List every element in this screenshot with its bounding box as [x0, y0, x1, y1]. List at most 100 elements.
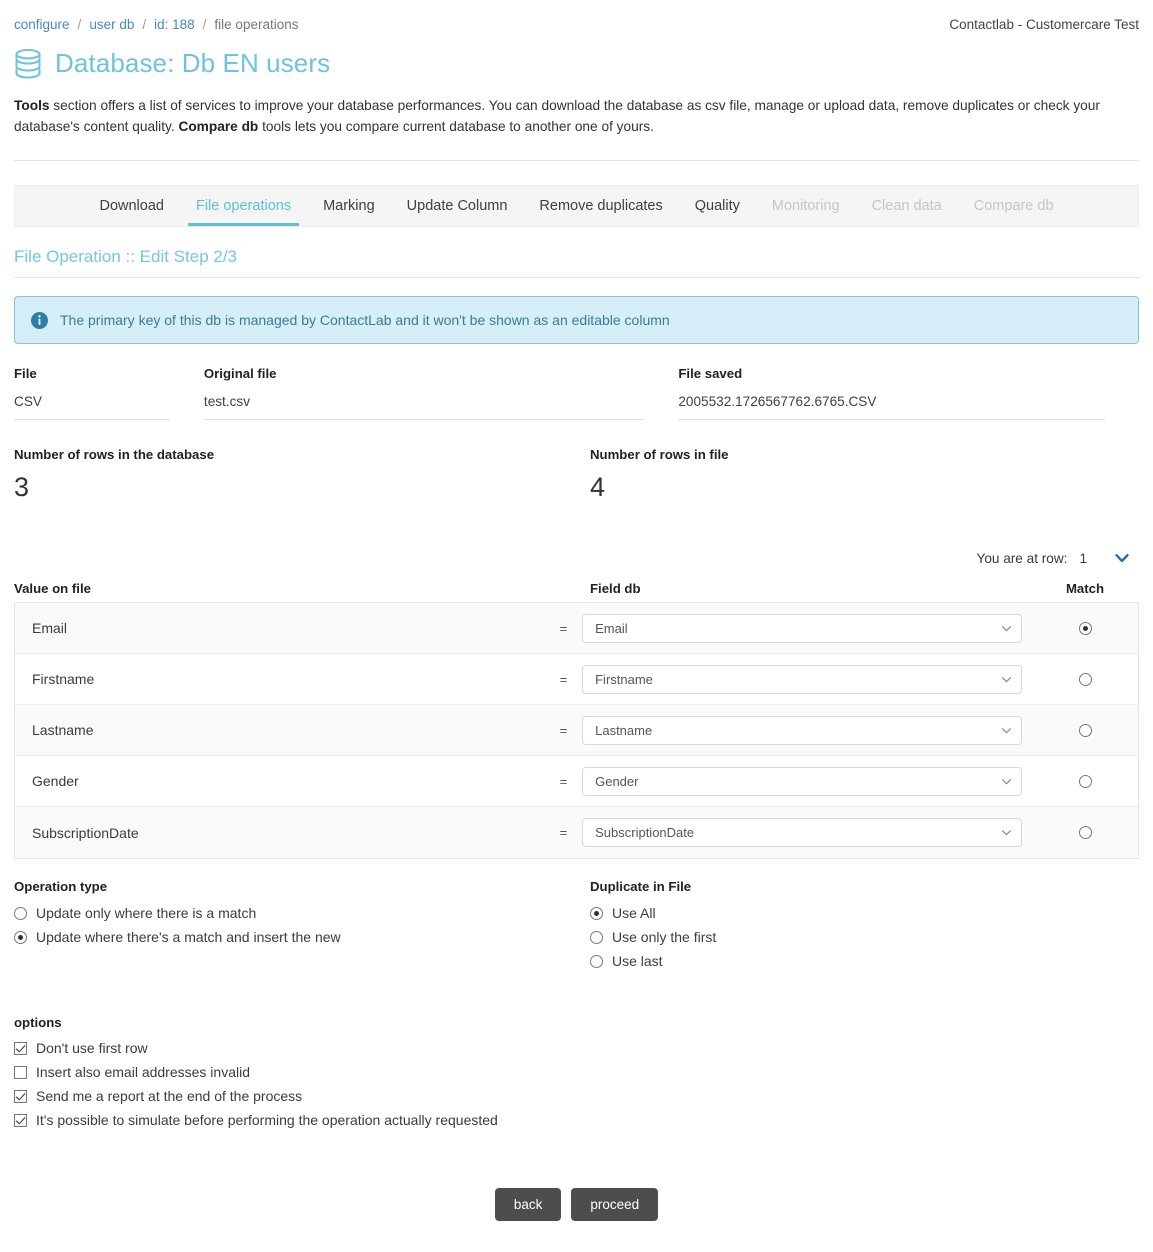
table-row: Firstname = Firstname: [15, 654, 1138, 706]
tab-file-operations[interactable]: File operations: [180, 186, 307, 227]
option-checkbox[interactable]: [14, 1041, 27, 1055]
option-insert-invalid-emails[interactable]: Insert also email addresses invalid: [14, 1060, 1139, 1084]
tab-quality[interactable]: Quality: [679, 186, 756, 226]
operation-type-option-update-only[interactable]: Update only where there is a match: [14, 901, 590, 925]
duplicate-in-file-group: Duplicate in File Use All Use only the f…: [590, 879, 1130, 973]
field-db-select[interactable]: SubscriptionDate: [582, 818, 1023, 848]
intro-bold-tools: Tools: [14, 98, 50, 113]
row-selector-value: 1: [1079, 550, 1087, 566]
duplicate-radio[interactable]: [590, 906, 603, 920]
field-db-cell: Email: [582, 613, 1032, 643]
breadcrumb-item-file-operations: file operations: [214, 17, 299, 32]
match-radio[interactable]: [1078, 672, 1092, 686]
page-root: configure / user db / id: 188 / file ope…: [0, 0, 1153, 1252]
option-checkbox[interactable]: [14, 1113, 27, 1127]
option-checkbox[interactable]: [14, 1089, 27, 1103]
back-button[interactable]: back: [494, 1188, 562, 1222]
tab-download[interactable]: Download: [83, 186, 180, 226]
option-label: Don't use first row: [36, 1040, 148, 1057]
field-db-select[interactable]: Firstname: [582, 664, 1023, 694]
chevron-down-icon: [1001, 725, 1012, 736]
option-label: Send me a report at the end of the proce…: [36, 1088, 303, 1105]
account-label: Contactlab - Customercare Test: [949, 17, 1139, 32]
equals-sign: =: [559, 773, 568, 789]
duplicate-option-use-last[interactable]: Use last: [590, 949, 1130, 973]
field-db-select[interactable]: Lastname: [582, 715, 1023, 745]
mapping-table-header: Value on file Field db Match: [14, 567, 1139, 602]
option-label: It's possible to simulate before perform…: [36, 1112, 498, 1129]
match-cell: [1032, 774, 1138, 788]
proceed-button[interactable]: proceed: [571, 1188, 659, 1222]
operation-type-option-update-and-insert[interactable]: Update where there's a match and insert …: [14, 925, 590, 949]
match-cell: [1032, 672, 1138, 686]
duplicate-in-file-title: Duplicate in File: [590, 879, 692, 895]
field-db-select-value: Lastname: [595, 722, 653, 738]
duplicate-option-use-all[interactable]: Use All: [590, 901, 1130, 925]
tab-marking[interactable]: Marking: [307, 186, 391, 226]
operation-settings: Operation type Update only where there i…: [14, 859, 1139, 973]
column-header-match: Match: [1065, 581, 1105, 597]
options-group: options Don't use first row Insert also …: [14, 973, 1139, 1132]
topbar: configure / user db / id: 188 / file ope…: [14, 0, 1139, 41]
breadcrumb-item-id[interactable]: id: 188: [154, 17, 195, 32]
intro-text-2: tools lets you compare current database …: [258, 119, 654, 135]
option-checkbox[interactable]: [14, 1065, 27, 1079]
operation-type-radio[interactable]: [14, 906, 27, 920]
mapping-table: Email = Email Firstname = Firstname Last…: [14, 602, 1139, 860]
file-info-label: File saved: [678, 366, 743, 382]
operation-type-title: Operation type: [14, 879, 108, 895]
equals-sign: =: [559, 825, 568, 841]
file-info-group: File CSV Original file test.csv File sav…: [14, 344, 1139, 421]
operation-type-option-label: Update where there's a match and insert …: [36, 929, 341, 946]
table-row: Lastname = Lastname: [15, 705, 1138, 757]
tab-remove-duplicates[interactable]: Remove duplicates: [523, 186, 678, 226]
chevron-down-icon: [1001, 827, 1012, 838]
header-divider: [14, 160, 1139, 162]
chevron-down-icon[interactable]: [1095, 549, 1131, 567]
table-row: SubscriptionDate = SubscriptionDate: [15, 807, 1138, 859]
duplicate-option-label: Use only the first: [612, 929, 717, 946]
value-on-file-cell: Lastname: [32, 722, 94, 739]
option-dont-use-first-row[interactable]: Don't use first row: [14, 1036, 1139, 1060]
duplicate-radio[interactable]: [590, 930, 603, 944]
match-cell: [1032, 826, 1138, 840]
rows-in-database: Number of rows in the database 3: [14, 447, 590, 503]
tab-update-column[interactable]: Update Column: [391, 186, 524, 226]
field-db-select-value: Firstname: [595, 671, 653, 687]
option-send-report[interactable]: Send me a report at the end of the proce…: [14, 1084, 1139, 1108]
tab-clean-data: Clean data: [871, 198, 942, 215]
rows-in-file-value: 4: [590, 472, 606, 503]
file-info-original-file: Original file test.csv: [203, 366, 678, 421]
row-selector: You are at row: 1: [14, 503, 1139, 567]
duplicate-radio[interactable]: [590, 954, 603, 968]
info-alert-message: The primary key of this db is managed by…: [60, 312, 670, 329]
duplicate-option-label: Use last: [612, 953, 663, 970]
match-radio[interactable]: [1078, 621, 1092, 635]
file-info-value: CSV: [14, 381, 170, 421]
match-radio[interactable]: [1078, 723, 1092, 737]
info-circle-icon: [31, 311, 48, 329]
table-row: Email = Email: [15, 603, 1138, 655]
tab-monitoring: Monitoring: [771, 198, 840, 215]
intro-bold-compare-db: Compare db: [178, 119, 259, 135]
match-radio[interactable]: [1078, 774, 1092, 788]
field-db-select-value: Email: [595, 620, 628, 636]
breadcrumb-item-user-db[interactable]: user db: [89, 17, 134, 32]
equals-sign: =: [559, 620, 568, 636]
operation-type-radio[interactable]: [14, 930, 27, 944]
duplicate-option-label: Use All: [612, 905, 656, 922]
duplicate-option-use-only-first[interactable]: Use only the first: [590, 925, 1130, 949]
breadcrumb-item-configure[interactable]: configure: [14, 17, 70, 32]
field-db-select-value: Gender: [595, 773, 639, 789]
match-radio[interactable]: [1078, 826, 1092, 840]
intro-paragraph: Tools section offers a list of services …: [14, 83, 1134, 137]
file-info-value: 2005532.1726567762.6765.CSV: [678, 381, 1105, 421]
field-db-select[interactable]: Email: [582, 613, 1023, 643]
option-label: Insert also email addresses invalid: [36, 1064, 250, 1081]
rows-in-file-label: Number of rows in file: [590, 447, 729, 463]
breadcrumb-separator: /: [202, 17, 207, 32]
field-db-select[interactable]: Gender: [582, 766, 1023, 796]
breadcrumb: configure / user db / id: 188 / file ope…: [14, 17, 298, 32]
equals-sign: =: [559, 722, 568, 738]
option-simulate-before-operation[interactable]: It's possible to simulate before perform…: [14, 1108, 1139, 1132]
